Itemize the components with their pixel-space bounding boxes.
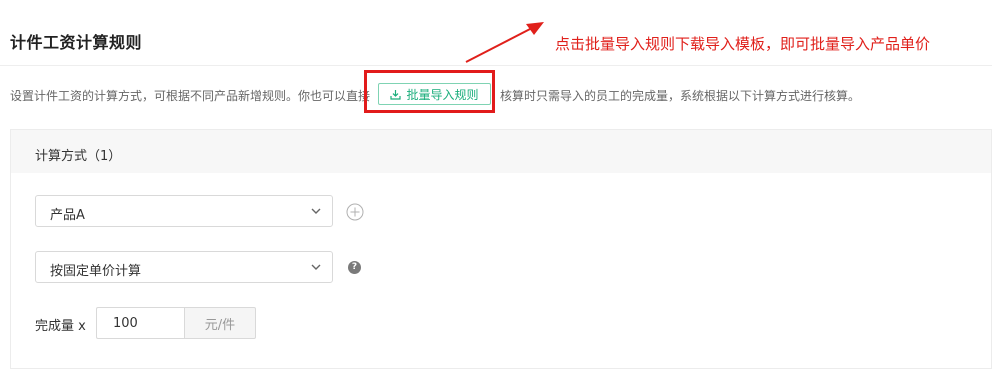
section-header: 计算方式（1） bbox=[11, 130, 991, 173]
calculation-method-select[interactable]: 按固定单价计算 bbox=[35, 251, 333, 283]
chevron-down-icon bbox=[310, 205, 322, 221]
question-icon[interactable]: ? bbox=[348, 261, 361, 274]
annotation-arrow bbox=[465, 22, 544, 63]
calculation-method-value: 按固定单价计算 bbox=[50, 264, 142, 279]
chevron-down-icon bbox=[310, 261, 322, 277]
product-select[interactable]: 产品A bbox=[35, 195, 333, 227]
quantity-label: 完成量 x bbox=[35, 319, 86, 334]
description-before: 设置计件工资的计算方式，可根据不同产品新增规则。你也可以直接 bbox=[10, 89, 371, 103]
header-divider bbox=[0, 65, 992, 66]
annotation-text: 点击批量导入规则下载导入模板，即可批量导入产品单价 bbox=[555, 35, 931, 53]
quantity-input[interactable] bbox=[96, 307, 184, 339]
quantity-unit: 元/件 bbox=[184, 307, 256, 339]
description-after: 核算时只需导入的员工的完成量，系统根据以下计算方式进行核算。 bbox=[500, 89, 861, 103]
section-title: 计算方式（1） bbox=[35, 149, 122, 164]
page-title: 计件工资计算规则 bbox=[10, 33, 143, 52]
plus-circle-icon[interactable] bbox=[346, 203, 364, 225]
product-select-value: 产品A bbox=[50, 208, 85, 223]
highlight-box bbox=[364, 70, 495, 113]
